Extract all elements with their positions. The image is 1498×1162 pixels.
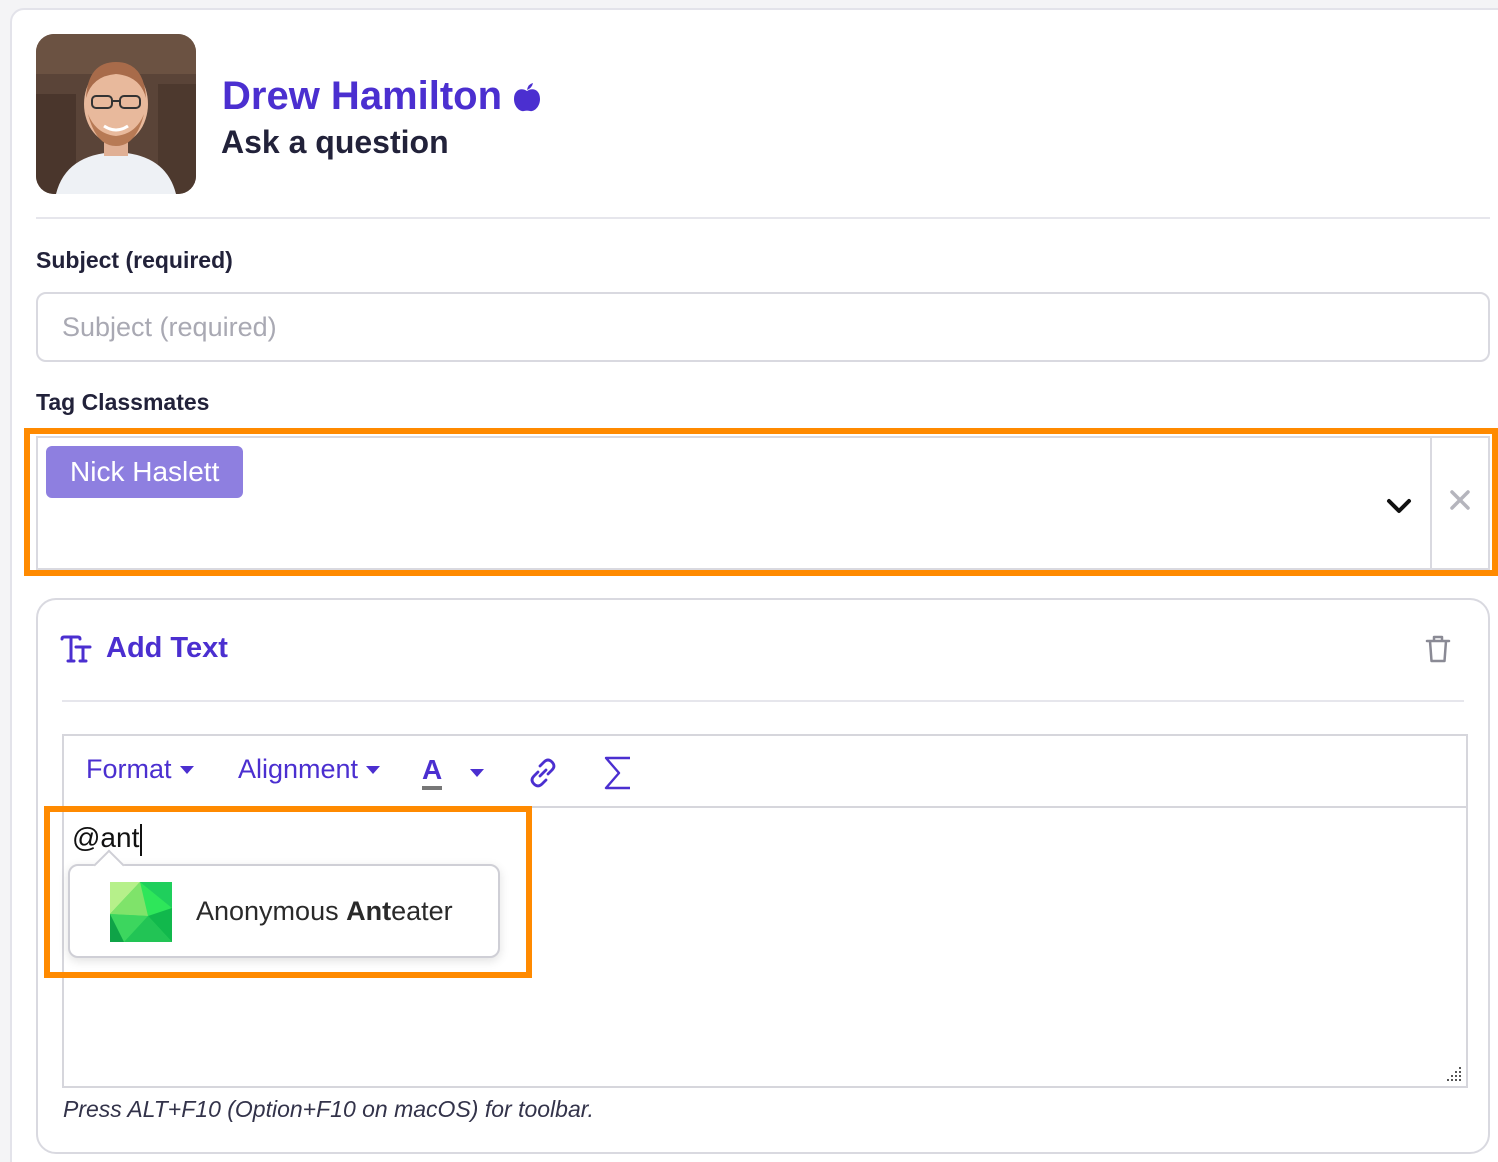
tag-classmates-select[interactable]: Nick Haslett: [36, 436, 1490, 570]
mention-name-prefix: Anonymous: [196, 896, 347, 926]
anonymous-avatar-icon: [110, 882, 172, 942]
font-color-button[interactable]: A: [422, 756, 485, 790]
profile-name[interactable]: Drew Hamilton: [222, 74, 542, 119]
caret-down-icon: [179, 765, 194, 774]
profile-name-text: Drew Hamilton: [222, 74, 503, 118]
format-dropdown[interactable]: Format: [86, 754, 194, 785]
add-text-header[interactable]: Add Text: [60, 632, 228, 665]
text-type-icon: [60, 635, 92, 662]
page-subtitle: Ask a question: [221, 124, 449, 160]
link-icon[interactable]: [526, 756, 560, 790]
tag-classmates-label: Tag Classmates: [36, 389, 210, 415]
subject-label: Subject (required): [36, 247, 233, 273]
alignment-label: Alignment: [238, 754, 359, 784]
font-color-a-icon: A: [422, 756, 443, 790]
editor-toolbar: Format Alignment A: [64, 736, 1466, 808]
apple-icon: [514, 82, 541, 111]
alignment-dropdown[interactable]: Alignment: [238, 754, 381, 785]
header-divider: [36, 217, 1490, 219]
editor-content-text: @ant: [72, 822, 140, 853]
add-text-label: Add Text: [106, 632, 228, 664]
chevron-down-icon[interactable]: [1384, 494, 1414, 518]
trash-icon[interactable]: [1424, 634, 1452, 664]
mention-suggestion-popup[interactable]: Anonymous Anteater: [68, 849, 500, 958]
tag-chip-label: Nick Haslett: [70, 456, 220, 487]
avatar: [36, 34, 196, 194]
subject-input[interactable]: [36, 292, 1490, 362]
mention-name-match: Ant: [346, 896, 392, 926]
format-label: Format: [86, 754, 172, 784]
text-cursor: [140, 823, 143, 856]
card-divider: [62, 700, 1464, 702]
tag-separator: [1430, 438, 1432, 568]
mention-name-suffix: eater: [391, 896, 453, 926]
toolbar-hint: Press ALT+F10 (Option+F10 on macOS) for …: [63, 1096, 594, 1122]
close-icon[interactable]: [1448, 488, 1472, 512]
caret-down-icon: [366, 765, 381, 774]
sigma-icon[interactable]: [602, 754, 634, 792]
resize-handle-icon[interactable]: [1444, 1064, 1462, 1082]
mention-suggestion-name[interactable]: Anonymous Anteater: [196, 896, 453, 927]
caret-down-icon[interactable]: [470, 769, 485, 777]
tag-chip[interactable]: Nick Haslett: [46, 446, 244, 498]
